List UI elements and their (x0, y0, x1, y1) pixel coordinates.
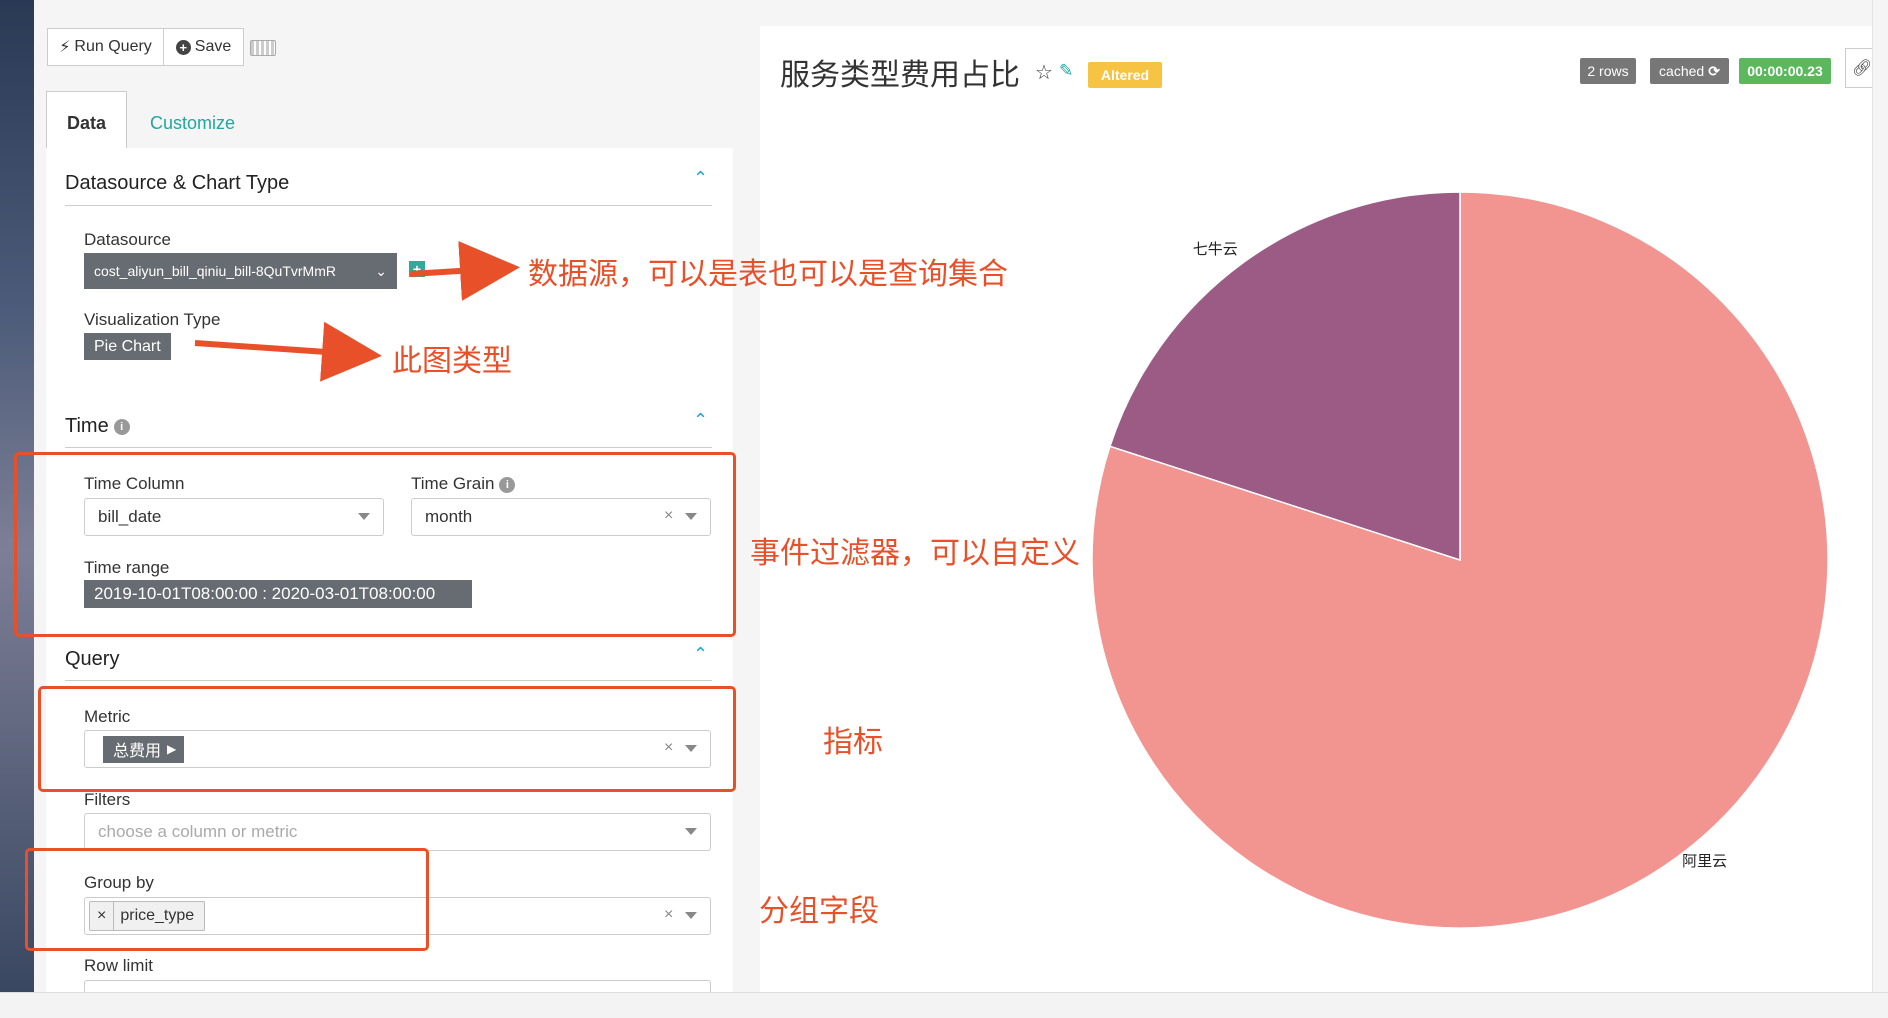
tab-data-label: Data (67, 113, 107, 133)
pie-label-0: 阿里云 (1682, 852, 1727, 870)
section-divider (65, 680, 712, 681)
annotation-group-by: 分组字段 (759, 895, 879, 928)
superset-explore-screen: ⚡︎ Run Query + Save Data Customize Datas… (0, 0, 1888, 1018)
datasource-select[interactable]: cost_aliyun_bill_qiniu_bill-8QuTvrMmR ⌄ (84, 253, 397, 289)
plus-circle-icon: + (175, 39, 191, 55)
section-divider (65, 447, 712, 448)
filters-label: Filters (84, 790, 131, 809)
pie-label-1: 七牛云 (1193, 240, 1238, 258)
chevron-down-icon (685, 828, 697, 835)
clear-icon[interactable]: × (664, 906, 673, 924)
annotation-viz-type: 此图类型 (392, 345, 512, 378)
bolt-icon: ⚡︎ (59, 39, 71, 56)
annotation-metric: 指标 (823, 726, 883, 759)
chart-panel: 服务类型费用占比 ☆ ✎ Altered 2 rows cached ⟳ 00:… (758, 0, 1875, 992)
vertical-scrollbar[interactable] (1872, 0, 1888, 1000)
section-title-query: Query (65, 648, 120, 670)
time-title-text: Time (65, 415, 109, 437)
section-title-time: Time i (65, 415, 130, 438)
tab-customize[interactable]: Customize (150, 113, 235, 134)
datasource-label: Datasource (84, 230, 171, 249)
annotation-box-time (14, 452, 736, 637)
section-divider (65, 205, 712, 206)
add-datasource-icon[interactable]: + (409, 261, 425, 277)
collapse-chevron-icon[interactable]: ⌃ (693, 644, 708, 665)
section-title-datasource: Datasource & Chart Type (65, 172, 290, 194)
annotation-box-metric (38, 686, 736, 792)
annotation-box-group-by (25, 848, 429, 951)
collapse-chevron-icon[interactable]: ⌃ (693, 168, 708, 189)
run-query-button[interactable]: ⚡︎ Run Query (47, 28, 164, 66)
save-label: Save (194, 38, 232, 55)
annotation-time: 事件过滤器，可以自定义 (750, 537, 1080, 570)
viz-type-label: Visualization Type (84, 310, 221, 329)
keyboard-icon[interactable] (250, 40, 276, 56)
chevron-down-icon (685, 912, 697, 919)
row-limit-select[interactable] (84, 980, 711, 992)
save-button[interactable]: + Save (163, 28, 244, 66)
run-query-label: Run Query (74, 38, 152, 55)
info-icon: i (113, 418, 130, 435)
filters-placeholder: choose a column or metric (98, 822, 298, 841)
collapse-chevron-icon[interactable]: ⌃ (693, 410, 708, 431)
pie-chart: 阿里云 七牛云 (1091, 191, 1829, 929)
row-limit-label: Row limit (84, 956, 153, 975)
desktop-bottom-strip (0, 992, 1888, 1018)
chevron-down-icon: ⌄ (375, 262, 387, 279)
filters-select[interactable]: choose a column or metric (84, 813, 711, 851)
annotation-datasource: 数据源，可以是表也可以是查询集合 (528, 258, 1008, 291)
viz-type-select[interactable]: Pie Chart (84, 333, 171, 360)
datasource-value: cost_aliyun_bill_qiniu_bill-8QuTvrMmR (94, 263, 336, 279)
